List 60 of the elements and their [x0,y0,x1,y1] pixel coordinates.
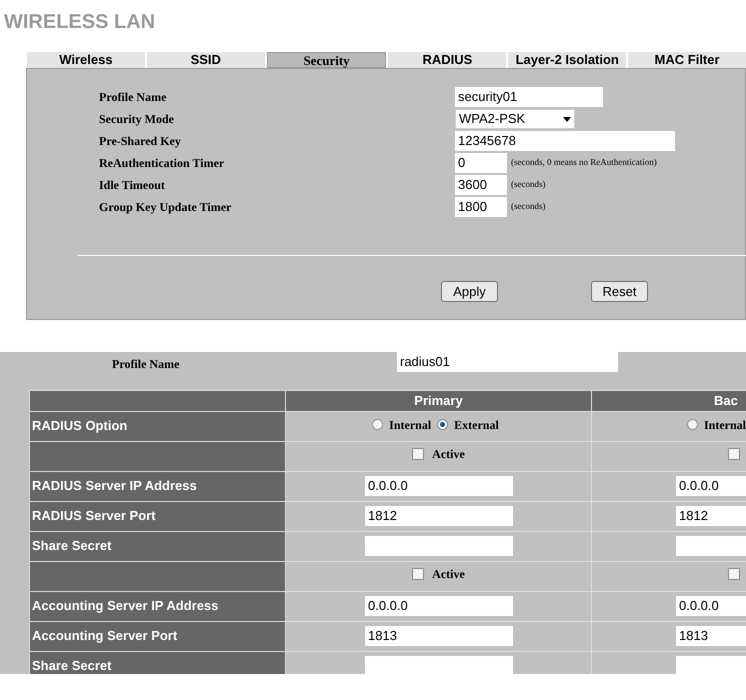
checkbox-label: Active [432,566,465,583]
profile-name-field[interactable]: radius01 [397,352,618,372]
checkbox[interactable] [412,568,424,580]
field-label: Profile Name [99,89,168,106]
row-label: RADIUS Server Port [30,501,286,531]
radio-label: External [454,416,499,434]
row-label: Accounting Server IP Address [30,591,286,621]
radio-button[interactable] [687,419,698,430]
radio-button[interactable] [372,419,384,430]
field-label: Pre-Shared Key [99,133,182,150]
text-field[interactable]: 0 [455,153,507,173]
text-field[interactable]: 1812 [365,506,513,526]
text-field[interactable]: 0.0.0.0 [365,596,513,616]
text-field[interactable]: 0.0.0.0 [676,596,746,616]
radio-label: Internal [704,416,746,434]
column-header: Bac [592,390,746,411]
hint-text: (seconds) [511,200,546,214]
text-field[interactable]: 1800 [455,197,507,217]
text-field[interactable]: 1813 [365,626,513,646]
column-header: Primary [286,390,592,411]
row-label: Share Secret [30,531,286,561]
button[interactable]: Reset [591,281,648,302]
text-field[interactable]: 0.0.0.0 [365,476,513,496]
caret-icon [563,116,571,122]
tab[interactable]: MAC Filter [628,52,746,68]
radio-button[interactable] [437,419,448,430]
field-label: Profile Name [112,356,180,373]
text-field[interactable]: security01 [455,87,603,107]
row-label: RADIUS Server IP Address [30,471,286,501]
hint-text: (seconds, 0 means no ReAuthentication) [511,156,657,170]
tab[interactable]: Layer-2 Isolation [508,52,626,68]
radio-label: Internal [389,416,432,434]
text-field[interactable] [365,656,513,674]
tab[interactable]: SSID [146,52,265,68]
page-title: WIRELESS LAN [4,10,156,34]
field-label: Idle Timeout [99,177,166,194]
text-field[interactable] [365,536,513,556]
tab[interactable]: Wireless [27,52,145,68]
text-field[interactable]: 1813 [676,626,746,646]
field-label: Security Mode [99,111,175,128]
button[interactable]: Apply [441,281,498,302]
row-label: Share Secret [30,651,286,674]
text-field[interactable] [676,656,746,674]
text-field[interactable]: 1812 [676,506,746,526]
checkbox[interactable] [728,448,740,460]
checkbox[interactable] [728,568,740,580]
hint-text: (seconds) [511,178,546,192]
text-field[interactable]: 0.0.0.0 [676,476,746,496]
checkbox[interactable] [412,448,424,460]
security-mode-dropdown[interactable]: WPA2-PSK [455,109,575,129]
checkbox-label: Active [432,446,465,463]
row-label: Accounting Server Port [30,621,286,651]
tab[interactable]: Security [266,52,386,68]
text-field[interactable]: 3600 [455,175,507,195]
field-label: Group Key Update Timer [99,199,232,216]
text-field[interactable] [676,536,746,556]
text-field[interactable]: 12345678 [455,131,675,151]
field-label: ReAuthentication Timer [99,155,226,172]
row-label: RADIUS Option [30,411,286,441]
tab[interactable]: RADIUS [388,52,506,68]
